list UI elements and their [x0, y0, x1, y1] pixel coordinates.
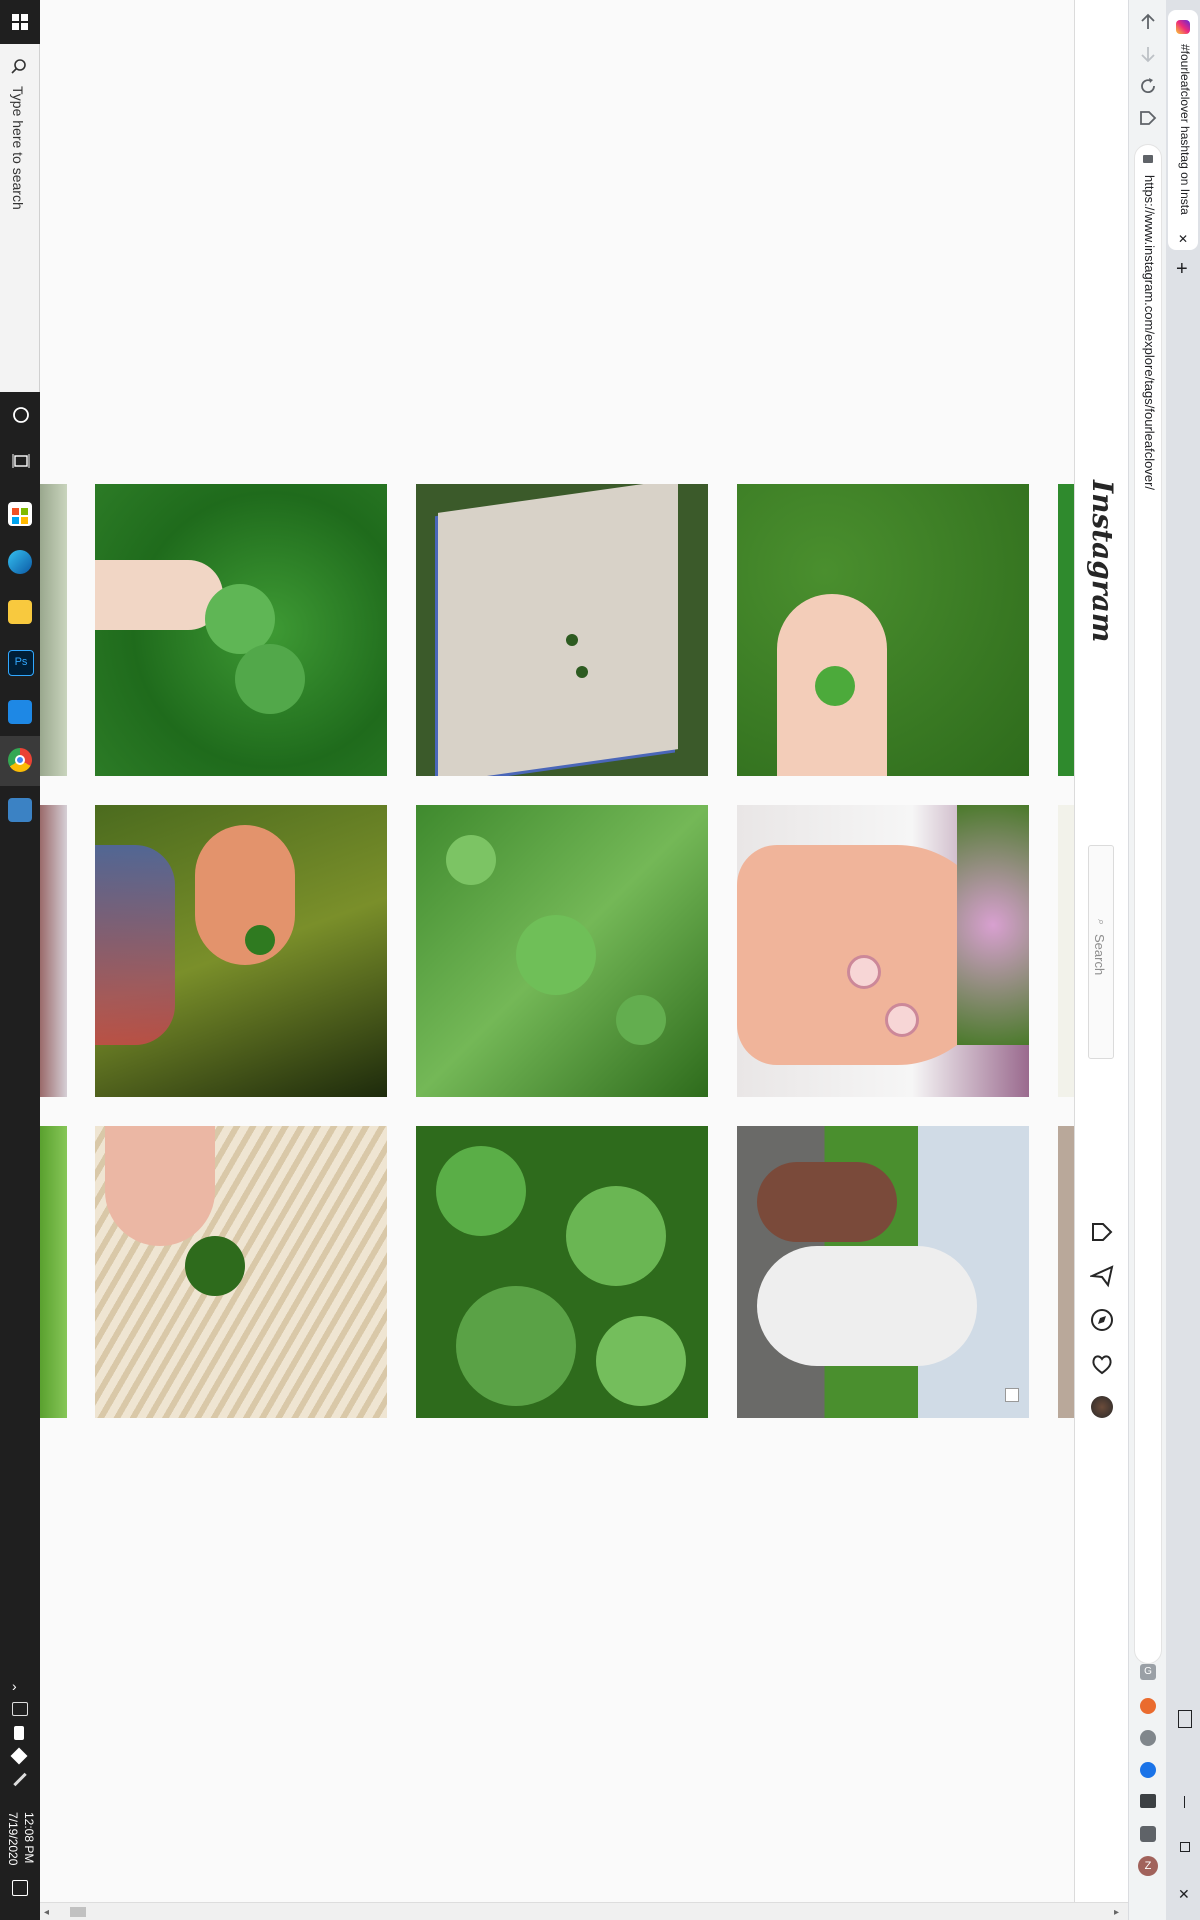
close-tab-icon[interactable]: ✕: [1178, 232, 1188, 246]
explore-icon[interactable]: [1090, 1308, 1114, 1337]
minimize-icon[interactable]: [1184, 1796, 1185, 1808]
url-text[interactable]: https://www.instagram.com/explore/tags/f…: [1142, 175, 1157, 490]
address-bar[interactable]: https://www.instagram.com/explore/tags/f…: [1134, 144, 1162, 1664]
clock-date[interactable]: 7/19/2020: [6, 1812, 20, 1865]
vscode-icon[interactable]: [8, 700, 32, 724]
tab-title: #fourleafclover hashtag on Insta: [1178, 44, 1192, 215]
multi-photo-icon: [1005, 1388, 1019, 1402]
grammarly-icon[interactable]: G: [1140, 1664, 1156, 1680]
ext-blue-icon[interactable]: [1140, 1762, 1156, 1778]
photo-hand-clover-moss[interactable]: [95, 805, 387, 1097]
file-explorer-icon[interactable]: [8, 600, 32, 624]
instagram-logo[interactable]: Instagram: [1086, 480, 1119, 642]
instagram-search-placeholder: Search: [1092, 934, 1107, 976]
puzzle-icon[interactable]: [1140, 1826, 1156, 1842]
scroll-left-arrow[interactable]: ◂: [44, 1907, 49, 1918]
new-tab-icon[interactable]: +: [1176, 258, 1188, 281]
home-icon[interactable]: [1090, 1220, 1114, 1249]
direct-icon[interactable]: [1088, 1264, 1114, 1293]
photo-fingers-clover-field[interactable]: [737, 484, 1029, 776]
photo-partial-right-2[interactable]: [1058, 805, 1074, 1097]
speaker-icon[interactable]: [12, 1702, 28, 1716]
task-view-icon[interactable]: [12, 452, 30, 475]
scroll-thumb[interactable]: [70, 1907, 86, 1917]
clock-time[interactable]: 12:08 PM: [22, 1812, 36, 1863]
back-icon[interactable]: [1138, 12, 1158, 37]
photo-partial-left-2[interactable]: [40, 805, 67, 1097]
home-icon[interactable]: [1138, 108, 1158, 133]
maximize-icon[interactable]: [1180, 1842, 1190, 1852]
photo-partial-left-3[interactable]: [40, 1126, 67, 1418]
photoshop-icon[interactable]: Ps: [8, 650, 34, 676]
photo-clover-grass[interactable]: [416, 805, 708, 1097]
taskbar-search-placeholder: Type here to search: [10, 86, 26, 210]
tab-search-icon[interactable]: [1178, 1710, 1192, 1728]
forward-icon[interactable]: [1138, 44, 1158, 69]
photo-hand-clover-ivy[interactable]: [95, 484, 387, 776]
photo-partial-right-1[interactable]: [1058, 484, 1074, 776]
settings-icon[interactable]: [8, 798, 32, 822]
photo-notebook-clovers[interactable]: [416, 484, 708, 776]
edge-icon[interactable]: [8, 550, 32, 574]
instagram-search-input[interactable]: ⌕ Search: [1088, 845, 1114, 1059]
horizontal-scrollbar[interactable]: ◂ ▸: [40, 1902, 1128, 1920]
search-icon: [10, 58, 28, 81]
tab-strip: [1166, 0, 1200, 1920]
taskbar-search-box[interactable]: Type here to search: [0, 44, 40, 392]
close-window-icon[interactable]: ✕: [1178, 1886, 1190, 1903]
lock-icon: [1143, 155, 1153, 163]
battery-icon[interactable]: [14, 1726, 24, 1740]
pen-icon[interactable]: [13, 1772, 27, 1787]
photo-partial-left-1[interactable]: [40, 484, 67, 776]
reload-icon[interactable]: [1138, 76, 1158, 101]
photo-poodle-dogs[interactable]: [737, 1126, 1029, 1418]
photo-clover-on-rug[interactable]: [95, 1126, 387, 1418]
scroll-right-arrow[interactable]: ▸: [1114, 1907, 1119, 1918]
store-icon[interactable]: [8, 502, 32, 526]
chrome-icon[interactable]: [8, 748, 32, 772]
instagram-favicon-icon: [1176, 20, 1190, 34]
profile-icon[interactable]: Z: [1138, 1856, 1158, 1876]
photo-partial-right-3[interactable]: [1058, 1126, 1074, 1418]
activity-icon[interactable]: [1090, 1352, 1114, 1381]
notifications-icon[interactable]: [12, 1880, 28, 1896]
search-icon: ⌕: [1095, 919, 1107, 926]
ext-gray-icon[interactable]: [1140, 1730, 1156, 1746]
show-hidden-icons-icon[interactable]: ›: [12, 1678, 17, 1694]
taskbar: Type here to search Ps › 12:08 PM 7/19/2…: [0, 0, 40, 1920]
dropbox-icon[interactable]: [10, 1747, 28, 1765]
photo-clover-leaves[interactable]: [416, 1126, 708, 1418]
start-icon[interactable]: [10, 12, 30, 32]
avatar[interactable]: [1091, 1396, 1113, 1418]
ext-orange-icon[interactable]: [1140, 1698, 1156, 1714]
tab-active[interactable]: #fourleafclover hashtag on Insta ✕: [1168, 10, 1198, 250]
cortana-icon[interactable]: [12, 406, 30, 429]
ext-image-icon[interactable]: [1140, 1794, 1156, 1808]
photo-clover-pins-palm[interactable]: [737, 805, 1029, 1097]
